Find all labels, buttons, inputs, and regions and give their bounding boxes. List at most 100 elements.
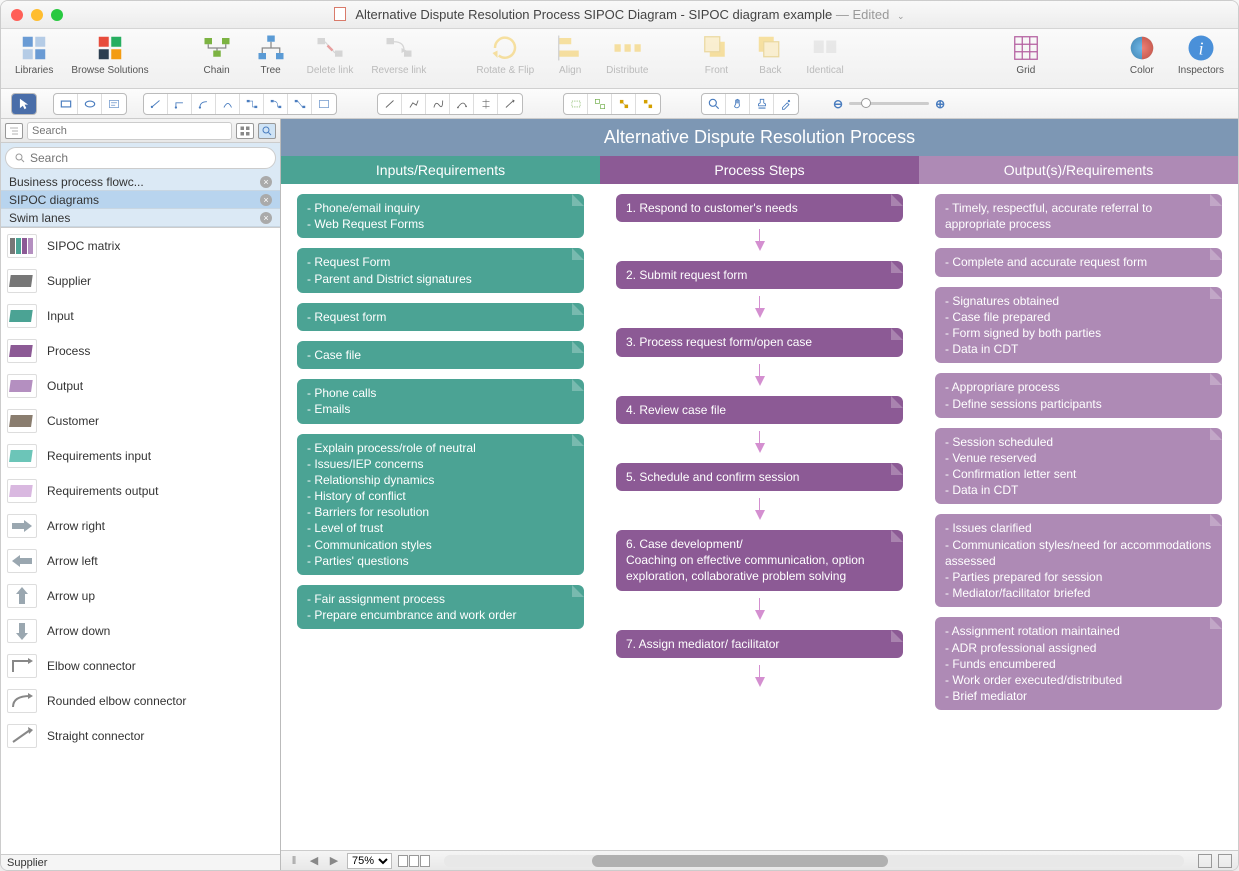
diagram-box[interactable]: - Appropriare process - Define sessions … <box>935 373 1222 417</box>
line-1[interactable] <box>378 94 402 114</box>
shape-item[interactable]: Elbow connector <box>1 648 280 683</box>
smart-3[interactable] <box>612 94 636 114</box>
delete-link-button[interactable]: Delete link <box>307 33 354 76</box>
zoom-out-icon[interactable]: ⊖ <box>833 97 843 111</box>
conn-5[interactable] <box>240 94 264 114</box>
diagram-box[interactable]: 7. Assign mediator/ facilitator <box>616 630 903 658</box>
diagram-box[interactable]: 2. Submit request form <box>616 261 903 289</box>
shape-item[interactable]: Arrow up <box>1 578 280 613</box>
shape-item[interactable]: Requirements output <box>1 473 280 508</box>
library-item[interactable]: Business process flowc...× <box>1 173 280 191</box>
reverse-link-button[interactable]: Reverse link <box>371 33 426 76</box>
shape-item[interactable]: Arrow right <box>1 508 280 543</box>
smart-1[interactable] <box>564 94 588 114</box>
diagram-box[interactable]: 3. Process request form/open case <box>616 328 903 356</box>
magnify-tool[interactable] <box>702 94 726 114</box>
zoom-slider[interactable]: ⊖ ⊕ <box>833 97 945 111</box>
shape-item[interactable]: Arrow down <box>1 613 280 648</box>
libraries-button[interactable]: Libraries <box>15 33 53 76</box>
line-4[interactable] <box>450 94 474 114</box>
diagram-box[interactable]: - Issues clarified - Communication style… <box>935 514 1222 607</box>
close-icon[interactable]: × <box>260 194 272 206</box>
conn-8[interactable] <box>312 94 336 114</box>
back-button[interactable]: Back <box>752 33 788 76</box>
line-6[interactable] <box>498 94 522 114</box>
inspectors-button[interactable]: i Inspectors <box>1178 33 1224 76</box>
browse-solutions-button[interactable]: Browse Solutions <box>71 33 148 76</box>
diagram-box[interactable]: - Request Form - Parent and District sig… <box>297 248 584 292</box>
shape-item[interactable]: Process <box>1 333 280 368</box>
color-button[interactable]: Color <box>1124 33 1160 76</box>
diagram-box[interactable]: - Signatures obtained - Case file prepar… <box>935 287 1222 364</box>
shape-item[interactable]: Arrow left <box>1 543 280 578</box>
zoom-track[interactable] <box>849 102 929 105</box>
horizontal-scrollbar[interactable] <box>444 855 1184 867</box>
shape-item[interactable]: Supplier <box>1 263 280 298</box>
front-button[interactable]: Front <box>698 33 734 76</box>
diagram-box[interactable]: 5. Schedule and confirm session <box>616 463 903 491</box>
close-icon[interactable]: × <box>260 176 272 188</box>
prev-page-icon[interactable]: ◀ <box>307 854 321 868</box>
shape-item[interactable]: Requirements input <box>1 438 280 473</box>
page-icons[interactable] <box>398 855 430 867</box>
text-tool[interactable] <box>102 94 126 114</box>
sidebar-filter-input[interactable] <box>27 122 232 140</box>
tree-view-icon[interactable] <box>5 123 23 139</box>
diagram-box[interactable]: - Request form <box>297 303 584 331</box>
library-item[interactable]: SIPOC diagrams× <box>1 191 280 209</box>
next-page-icon[interactable]: ▶ <box>327 854 341 868</box>
pause-icon[interactable]: ‖ <box>287 854 301 868</box>
ellipse-tool[interactable] <box>78 94 102 114</box>
search-input[interactable] <box>5 147 276 169</box>
line-5[interactable] <box>474 94 498 114</box>
chevron-down-icon[interactable]: ⌄ <box>897 11 905 21</box>
diagram-box[interactable]: 4. Review case file <box>616 396 903 424</box>
search-toggle-icon[interactable] <box>258 123 276 139</box>
zoom-select[interactable]: 75% <box>347 853 392 869</box>
diagram-box[interactable]: - Fair assignment process - Prepare encu… <box>297 585 584 629</box>
diagram-box[interactable]: - Phone calls - Emails <box>297 379 584 423</box>
grid-button[interactable]: Grid <box>1008 33 1044 76</box>
eyedrop-tool[interactable] <box>774 94 798 114</box>
conn-2[interactable] <box>168 94 192 114</box>
diagram-box[interactable]: 1. Respond to customer's needs <box>616 194 903 222</box>
align-button[interactable]: Align <box>552 33 588 76</box>
line-2[interactable] <box>402 94 426 114</box>
shape-item[interactable]: Output <box>1 368 280 403</box>
distribute-button[interactable]: Distribute <box>606 33 648 76</box>
shape-item[interactable]: Customer <box>1 403 280 438</box>
conn-7[interactable] <box>288 94 312 114</box>
shape-item[interactable]: Input <box>1 298 280 333</box>
diagram-box[interactable]: - Explain process/role of neutral - Issu… <box>297 434 584 576</box>
identical-button[interactable]: Identical <box>806 33 843 76</box>
diagram-box[interactable]: - Assignment rotation maintained - ADR p… <box>935 617 1222 710</box>
close-icon[interactable]: × <box>260 212 272 224</box>
conn-6[interactable] <box>264 94 288 114</box>
stamp-tool[interactable] <box>750 94 774 114</box>
shape-item[interactable]: Straight connector <box>1 718 280 753</box>
library-item[interactable]: Swim lanes× <box>1 209 280 227</box>
canvas[interactable]: Alternative Dispute Resolution Process I… <box>281 119 1238 850</box>
conn-4[interactable] <box>216 94 240 114</box>
pointer-tool[interactable] <box>12 94 36 114</box>
grid-view-icon[interactable] <box>236 123 254 139</box>
diagram-box[interactable]: - Timely, respectful, accurate referral … <box>935 194 1222 238</box>
conn-1[interactable] <box>144 94 168 114</box>
zoom-in-icon[interactable]: ⊕ <box>935 97 945 111</box>
hand-tool[interactable] <box>726 94 750 114</box>
diagram-box[interactable]: - Complete and accurate request form <box>935 248 1222 276</box>
rotate-flip-button[interactable]: Rotate & Flip <box>476 33 534 76</box>
shape-item[interactable]: Rounded elbow connector <box>1 683 280 718</box>
conn-3[interactable] <box>192 94 216 114</box>
diagram-box[interactable]: - Phone/email inquiry - Web Request Form… <box>297 194 584 238</box>
diagram-box[interactable]: 6. Case development/ Coaching on effecti… <box>616 530 903 591</box>
tree-button[interactable]: Tree <box>253 33 289 76</box>
smart-4[interactable] <box>636 94 660 114</box>
rect-tool[interactable] <box>54 94 78 114</box>
chain-button[interactable]: Chain <box>199 33 235 76</box>
diagram-box[interactable]: - Session scheduled - Venue reserved - C… <box>935 428 1222 505</box>
smart-2[interactable] <box>588 94 612 114</box>
diagram-box[interactable]: - Case file <box>297 341 584 369</box>
line-3[interactable] <box>426 94 450 114</box>
corner-icon-2[interactable] <box>1218 854 1232 868</box>
